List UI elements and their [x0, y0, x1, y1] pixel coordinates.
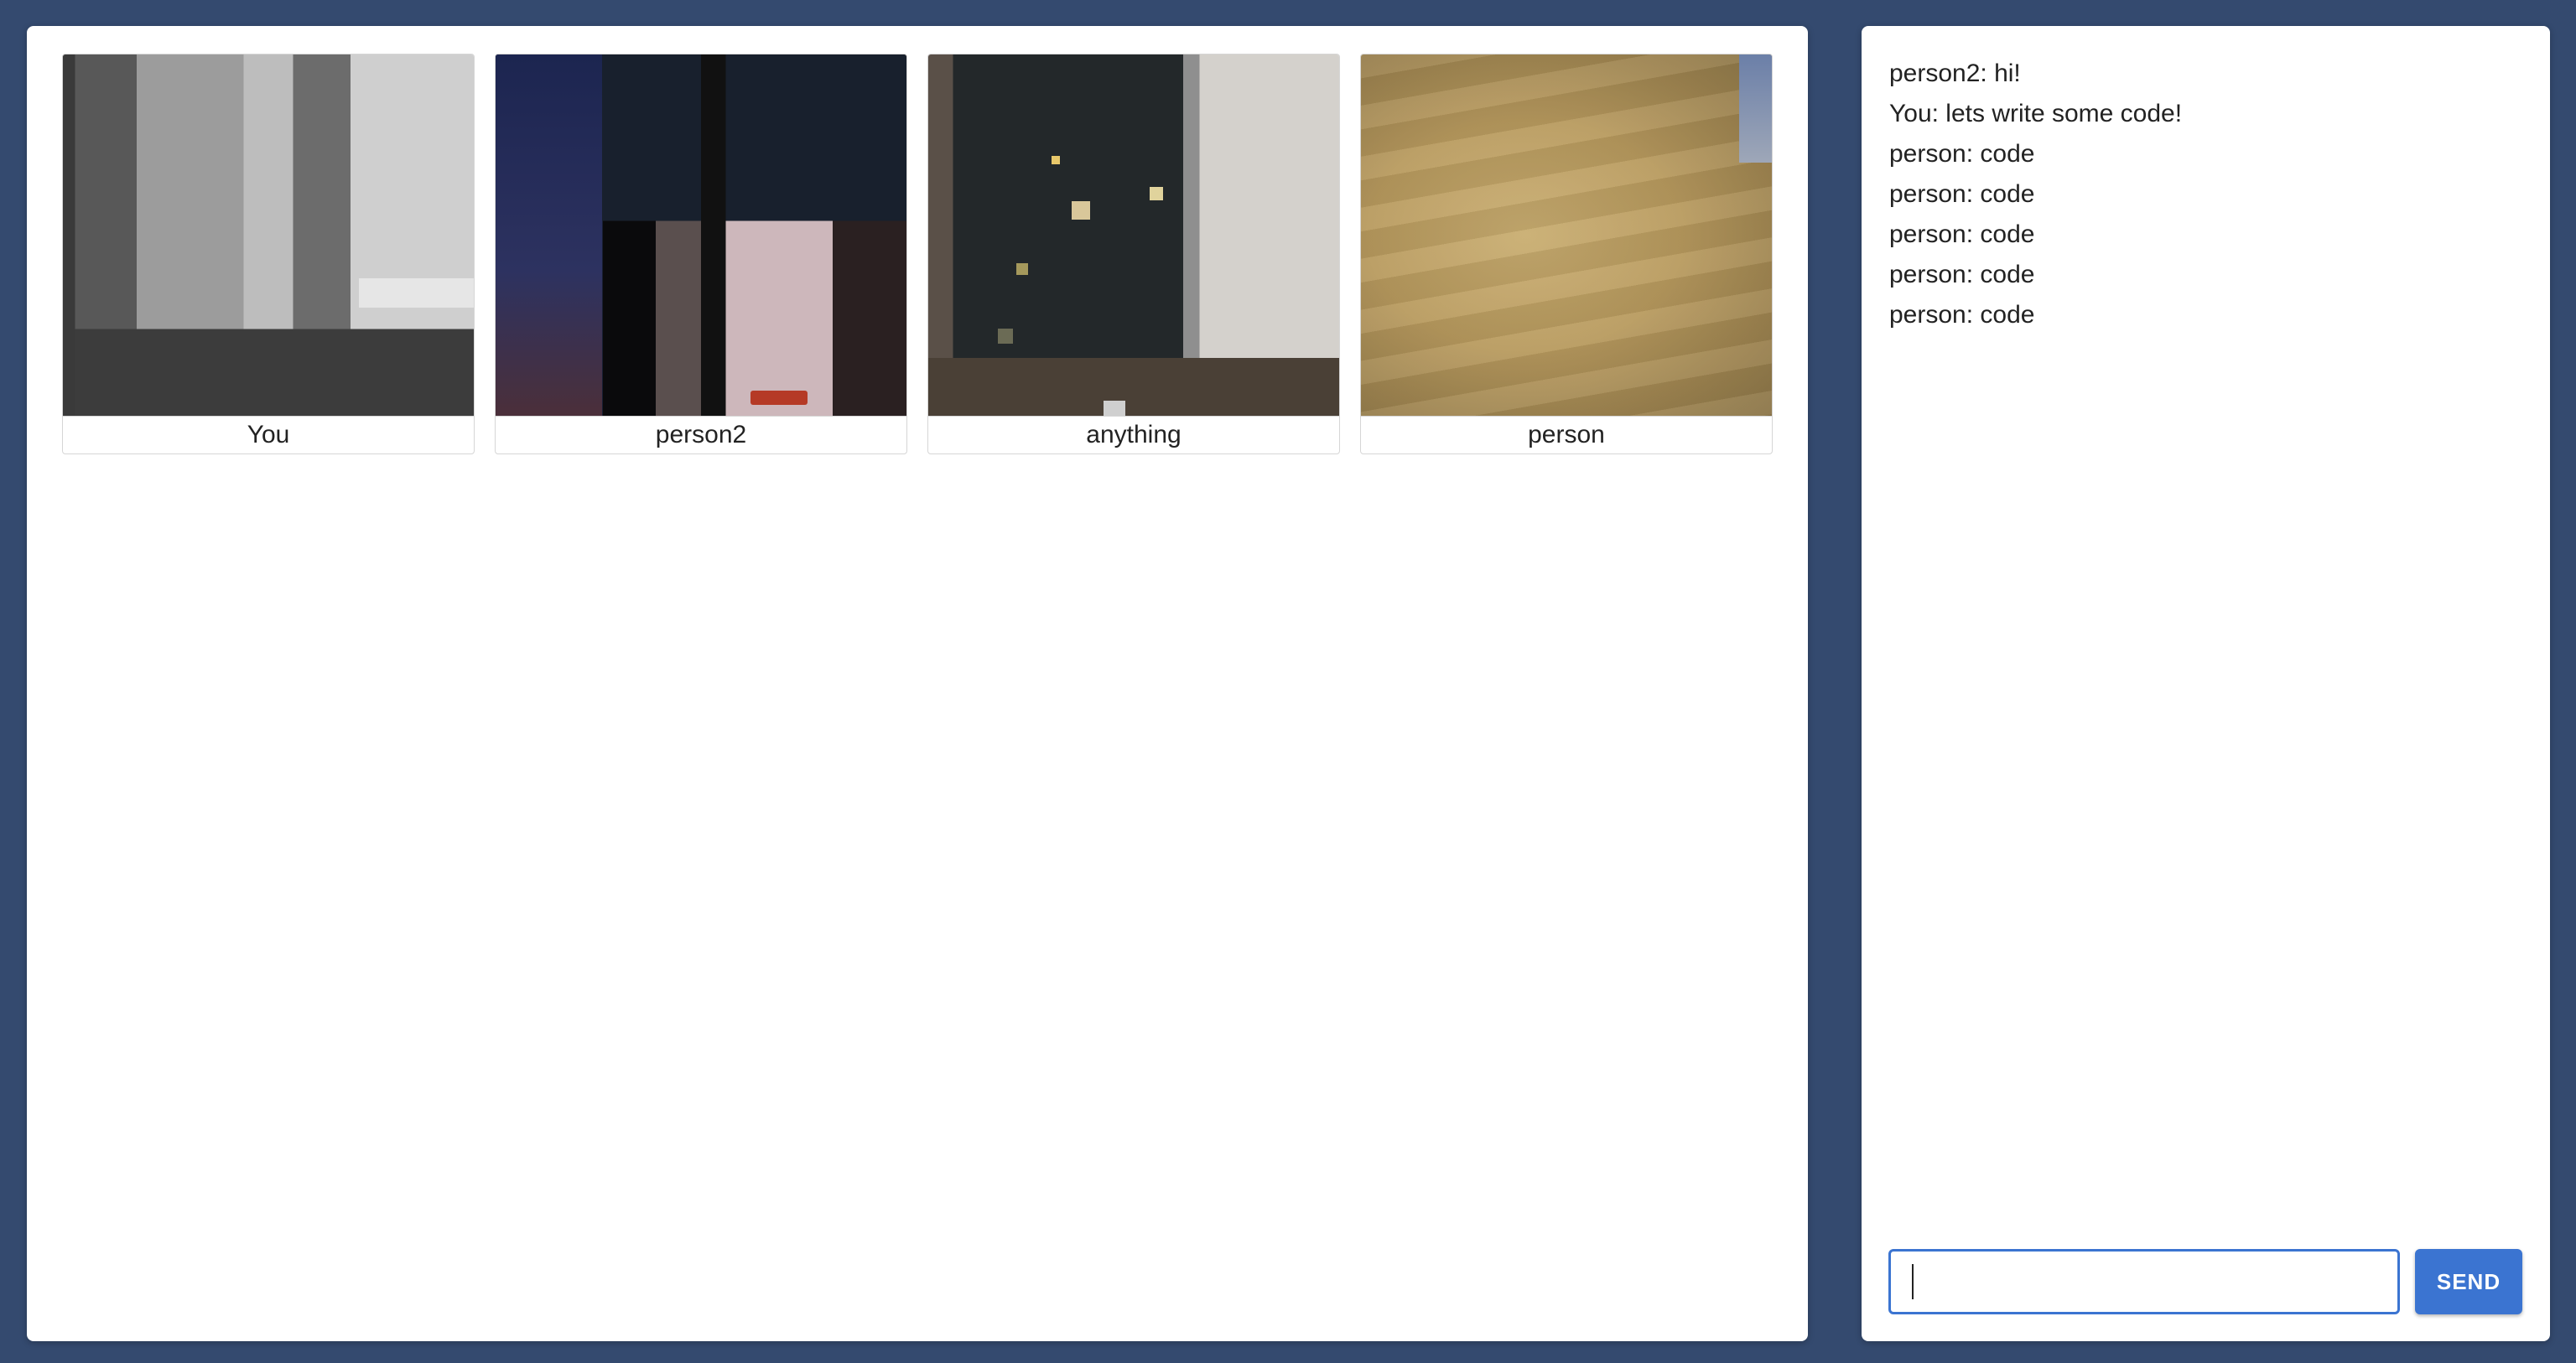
video-feed	[496, 54, 906, 416]
participant-name: person2	[496, 416, 906, 453]
chat-panel: person2: hi! You: lets write some code! …	[1862, 26, 2550, 1341]
participant-name: person	[1361, 416, 1772, 453]
participant-name: anything	[928, 416, 1339, 453]
video-tile-anything: anything	[927, 54, 1340, 454]
chat-message-input[interactable]	[1888, 1249, 2400, 1314]
participant-name: You	[63, 416, 474, 453]
chat-message: person2: hi!	[1889, 60, 2021, 87]
chat-message: You: lets write some code!	[1889, 100, 2183, 127]
chat-message: person: code	[1889, 301, 2035, 329]
video-feed	[63, 54, 474, 416]
video-tile-person2: person2	[495, 54, 907, 454]
video-panel: You person2 anything person	[27, 26, 1808, 1341]
video-grid: You person2 anything person	[62, 54, 1773, 454]
send-button[interactable]: SEND	[2415, 1249, 2522, 1314]
chat-message: person: code	[1889, 180, 2035, 208]
text-cursor	[1912, 1264, 1914, 1299]
video-tile-person: person	[1360, 54, 1773, 454]
video-feed	[928, 54, 1339, 416]
chat-message-list: person2: hi! You: lets write some code! …	[1889, 54, 2522, 335]
chat-message: person: code	[1889, 220, 2035, 248]
chat-message: person: code	[1889, 261, 2035, 288]
video-tile-you: You	[62, 54, 475, 454]
video-feed	[1361, 54, 1772, 416]
chat-message: person: code	[1889, 140, 2035, 168]
